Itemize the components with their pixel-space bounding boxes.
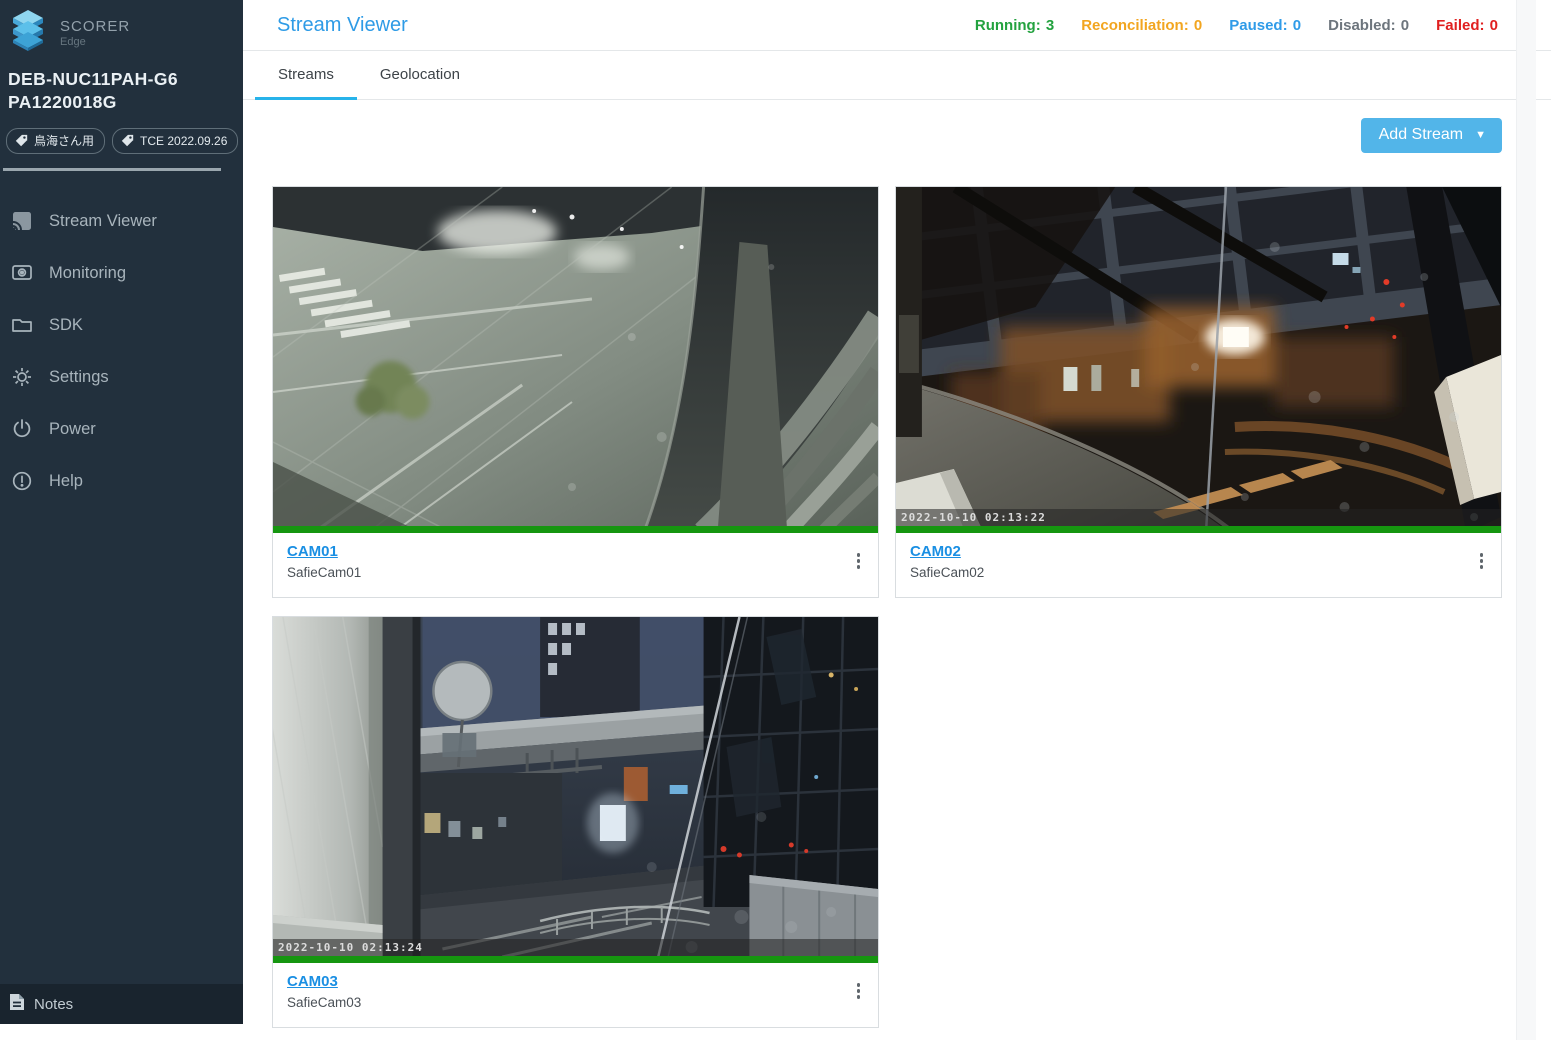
stream-status-bar: [273, 956, 878, 963]
brand-edition: Edge: [60, 36, 130, 48]
stream-card-footer: CAM01 SafieCam01: [273, 533, 878, 597]
stream-subtitle: SafieCam03: [287, 995, 361, 1010]
timestamp: 2022-10-10 02:13:24: [273, 941, 423, 954]
device-name: DEB-NUC11PAH-G6 PA1220018G: [0, 60, 243, 114]
device-tag[interactable]: TCE 2022.09.26: [112, 128, 238, 154]
stream-link[interactable]: CAM02: [910, 543, 961, 560]
sidebar-item-label: Help: [49, 472, 83, 491]
sidebar-item-power[interactable]: Power: [0, 403, 243, 455]
tag-label: 鳥海さん用: [34, 132, 94, 149]
sidebar-item-label: Settings: [49, 368, 109, 387]
add-stream-label: Add Stream: [1379, 126, 1463, 144]
stream-card-cam01: CAM01 SafieCam01: [272, 186, 879, 598]
stream-card-cam02: 2022-10-10 02:13:22 CAM02 SafieCam02: [895, 186, 1502, 598]
scrollbar-track[interactable]: [1516, 0, 1536, 1040]
sidebar-item-label: Monitoring: [49, 264, 126, 283]
stream-status-summary: Running: 3 Reconciliation: 0 Paused: 0 D…: [975, 17, 1499, 34]
sidebar-item-settings[interactable]: Settings: [0, 351, 243, 403]
stream-card-footer: CAM03 SafieCam03: [273, 963, 878, 1027]
folder-icon: [10, 313, 34, 337]
status-running: Running: 3: [975, 17, 1055, 34]
stream-viewer-icon: [10, 209, 34, 233]
stream-thumbnail[interactable]: 2022-10-10 02:13:24: [273, 617, 878, 963]
stream-menu-button[interactable]: [851, 549, 867, 573]
page-header: Stream Viewer Running: 3 Reconciliation:…: [243, 0, 1551, 51]
stream-menu-button[interactable]: [851, 979, 867, 1003]
main-area: Stream Viewer Running: 3 Reconciliation:…: [243, 0, 1551, 1040]
camera-image: [273, 617, 878, 963]
stream-thumbnail[interactable]: 2022-10-10 02:13:22: [896, 187, 1501, 533]
tab-streams[interactable]: Streams: [255, 51, 357, 100]
power-icon: [10, 417, 34, 441]
page-title: Stream Viewer: [277, 14, 408, 37]
stream-card-footer: CAM02 SafieCam02: [896, 533, 1501, 597]
toolbar: Add Stream ▼: [272, 118, 1502, 153]
stream-grid: CAM01 SafieCam01: [272, 186, 1502, 1028]
tag-label: TCE 2022.09.26: [140, 134, 227, 148]
sidebar-item-label: Stream Viewer: [49, 212, 157, 231]
stream-status-bar: [273, 526, 878, 533]
note-icon: [9, 993, 25, 1015]
notes-label: Notes: [34, 996, 73, 1013]
sidebar-item-help[interactable]: Help: [0, 455, 243, 507]
stream-thumbnail[interactable]: [273, 187, 878, 533]
stream-subtitle: SafieCam01: [287, 565, 361, 580]
brand-home-link[interactable]: SCORER Edge: [0, 0, 243, 60]
sidebar-item-sdk[interactable]: SDK: [0, 299, 243, 351]
tab-bar: Streams Geolocation: [243, 51, 1551, 100]
sidebar: SCORER Edge DEB-NUC11PAH-G6 PA1220018G 鳥…: [0, 0, 243, 1024]
timestamp-overlay: 2022-10-10 02:13:22: [896, 509, 1501, 526]
sidebar-item-stream-viewer[interactable]: Stream Viewer: [0, 195, 243, 247]
sidebar-item-notes[interactable]: Notes: [0, 984, 243, 1024]
status-reconciliation: Reconciliation: 0: [1081, 17, 1203, 34]
monitoring-eye-icon: [10, 261, 34, 285]
stream-subtitle: SafieCam02: [910, 565, 984, 580]
device-name-line2: PA1220018G: [8, 91, 235, 114]
tag-icon: [15, 134, 28, 147]
camera-image: [896, 187, 1501, 533]
sidebar-item-label: SDK: [49, 316, 83, 335]
timestamp-overlay: 2022-10-10 02:13:24: [273, 939, 878, 956]
status-disabled: Disabled: 0: [1328, 17, 1410, 34]
stream-link[interactable]: CAM03: [287, 973, 338, 990]
device-tag[interactable]: 鳥海さん用: [6, 128, 105, 154]
sidebar-item-label: Power: [49, 420, 96, 439]
chevron-down-icon: ▼: [1475, 129, 1486, 141]
add-stream-button[interactable]: Add Stream ▼: [1361, 118, 1502, 153]
sidebar-item-monitoring[interactable]: Monitoring: [0, 247, 243, 299]
status-paused: Paused: 0: [1229, 17, 1302, 34]
stream-status-bar: [896, 526, 1501, 533]
stream-menu-button[interactable]: [1474, 549, 1490, 573]
brand-name: SCORER: [60, 18, 130, 35]
scorer-cube-icon: [8, 9, 48, 56]
camera-image: [273, 187, 878, 533]
sidebar-nav: Stream Viewer Monitoring: [0, 195, 243, 507]
streams-content: Add Stream ▼: [243, 100, 1502, 1028]
status-failed: Failed: 0: [1436, 17, 1499, 34]
tab-geolocation[interactable]: Geolocation: [357, 51, 483, 100]
sidebar-divider: [3, 168, 221, 171]
stream-card-cam03: 2022-10-10 02:13:24 CAM03 SafieCam03: [272, 616, 879, 1028]
gear-icon: [10, 365, 34, 389]
help-icon: [10, 469, 34, 493]
timestamp: 2022-10-10 02:13:22: [896, 511, 1046, 524]
app-root: SCORER Edge DEB-NUC11PAH-G6 PA1220018G 鳥…: [0, 0, 1551, 1040]
tag-icon: [121, 134, 134, 147]
device-tags: 鳥海さん用 TCE 2022.09.26: [0, 114, 243, 154]
stream-link[interactable]: CAM01: [287, 543, 338, 560]
device-name-line1: DEB-NUC11PAH-G6: [8, 68, 235, 91]
